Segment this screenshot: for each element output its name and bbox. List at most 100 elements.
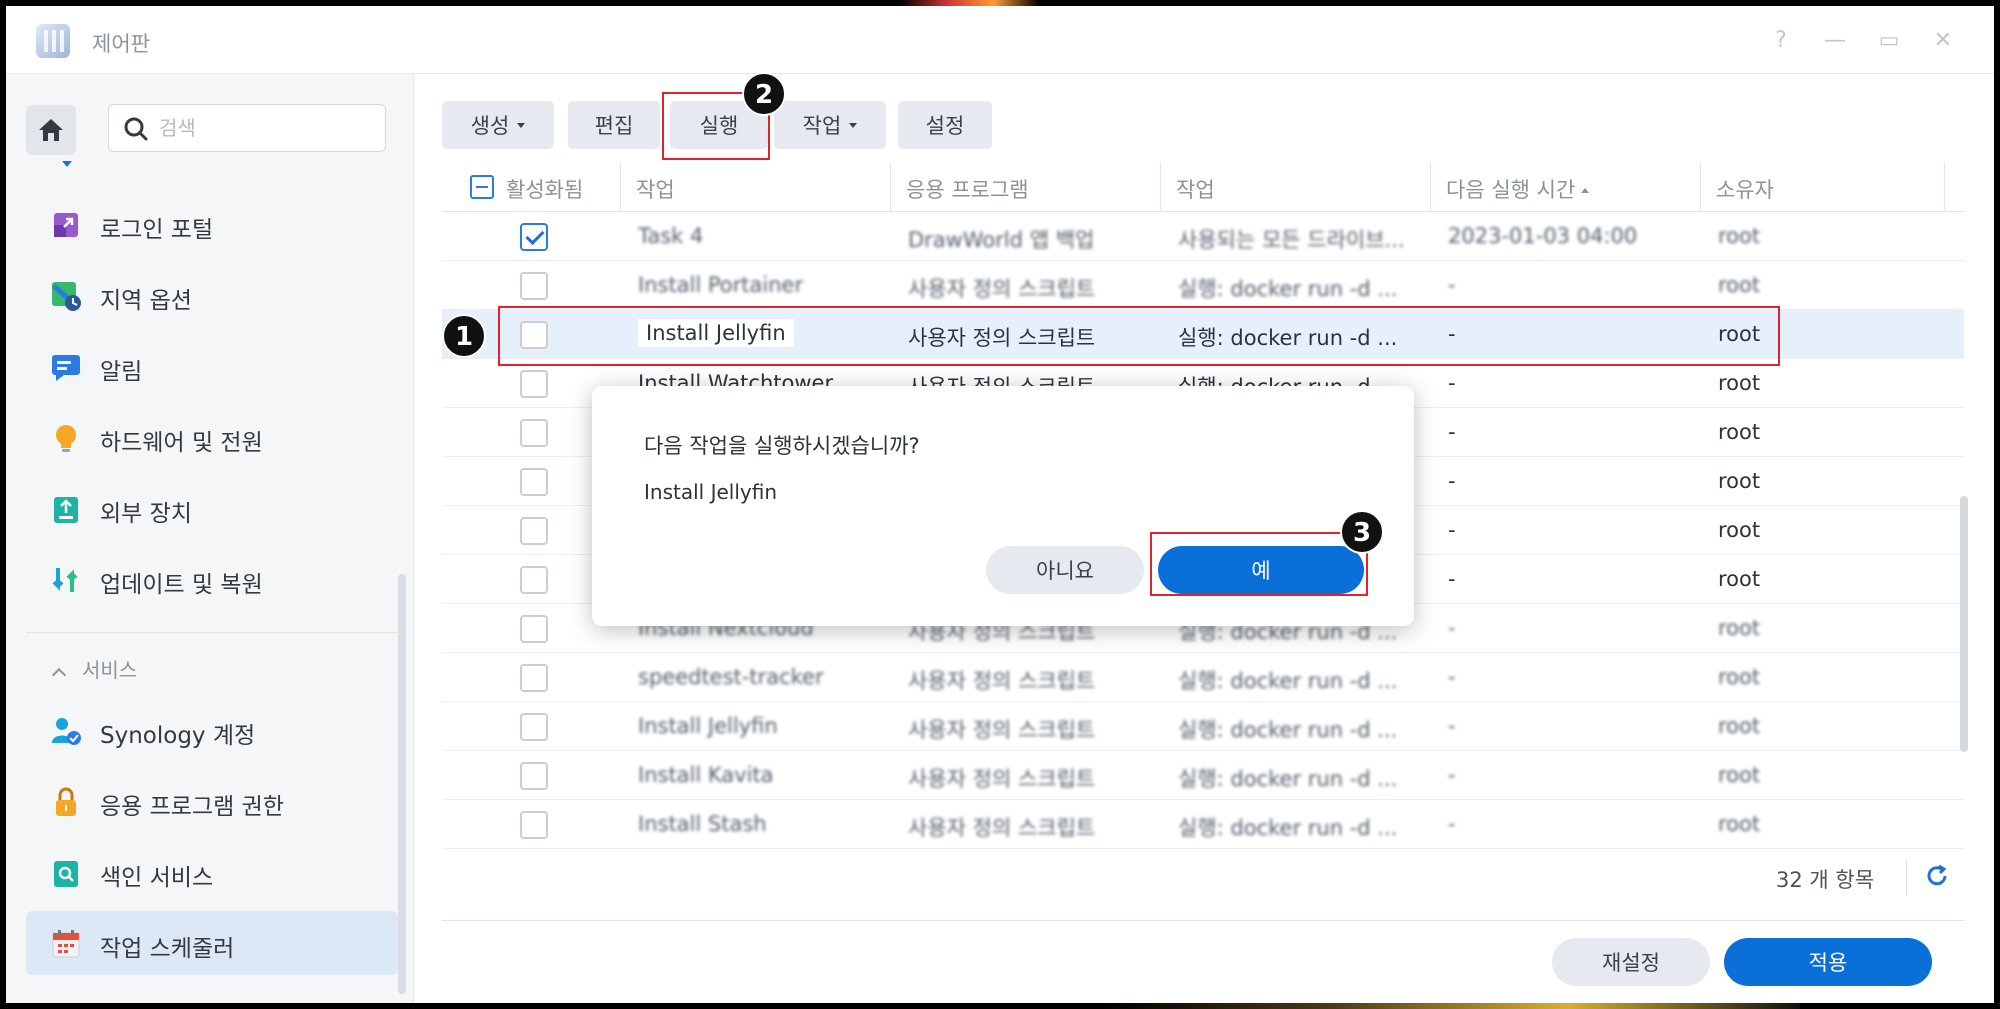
header-owner[interactable]: 소유자 bbox=[1716, 174, 1774, 204]
table-row[interactable]: Install Portainer 사용자 정의 스크립트 실행: docker r… bbox=[442, 261, 1964, 310]
sidebar-item-task-scheduler[interactable]: 작업 스케줄러 bbox=[26, 911, 398, 975]
settings-label: 설정 bbox=[925, 114, 965, 138]
next-run-time-cell: - bbox=[1448, 714, 1456, 738]
header-enabled[interactable]: 활성화됨 bbox=[506, 174, 583, 204]
enabled-checkbox[interactable] bbox=[520, 713, 548, 741]
sidebar-item-notification[interactable]: 알림 bbox=[26, 334, 398, 398]
help-icon[interactable]: ? bbox=[1768, 28, 1794, 54]
enabled-checkbox[interactable] bbox=[520, 566, 548, 594]
table-row[interactable]: Install Jellyfin 사용자 정의 스크립트 실행: docker ru… bbox=[442, 702, 1964, 751]
header-next-run-time[interactable]: 다음 실행 시간 bbox=[1446, 174, 1590, 204]
owner-cell: root bbox=[1718, 714, 1761, 738]
column-divider bbox=[1430, 162, 1431, 212]
reset-button[interactable]: 재설정 bbox=[1552, 938, 1710, 986]
sidebar-item-regional-options[interactable]: 지역 옵션 bbox=[26, 263, 398, 327]
column-divider bbox=[620, 162, 621, 212]
search-input[interactable] bbox=[159, 113, 369, 143]
calendar-icon bbox=[52, 930, 80, 958]
regional-options-icon bbox=[52, 282, 81, 311]
sidebar-item-external-devices[interactable]: 외부 장치 bbox=[26, 476, 398, 540]
table-row[interactable]: Install Stash 사용자 정의 스크립트 실행: docker run -… bbox=[442, 800, 1964, 849]
table-row[interactable]: speedtest-tracker 사용자 정의 스크립트 실행: docker r… bbox=[442, 653, 1964, 702]
search-icon bbox=[124, 117, 148, 141]
column-divider bbox=[890, 162, 891, 212]
enabled-checkbox[interactable] bbox=[520, 664, 548, 692]
owner-cell: root bbox=[1718, 567, 1761, 591]
step-badge-2: 2 bbox=[742, 72, 786, 116]
section-header-services[interactable]: 서비스 bbox=[51, 654, 138, 683]
owner-cell: root bbox=[1718, 616, 1761, 640]
owner-cell: root bbox=[1718, 273, 1761, 297]
enabled-checkbox[interactable] bbox=[520, 419, 548, 447]
table-scrollbar[interactable] bbox=[1960, 496, 1968, 752]
table-row[interactable]: Task 4 DrawWorld 앱 백업 사용되는 모든 드라이브... 2023-… bbox=[442, 212, 1964, 261]
application-cell: 사용자 정의 스크립트 bbox=[908, 277, 1096, 301]
enabled-checkbox[interactable] bbox=[520, 223, 548, 251]
dialog-task-name: Install Jellyfin bbox=[644, 480, 777, 504]
item-count: 32 개 항목 bbox=[1776, 868, 1875, 892]
edit-button[interactable]: 편집 bbox=[568, 101, 660, 149]
section-label: 서비스 bbox=[82, 658, 138, 682]
action-button[interactable]: 작업 bbox=[774, 101, 886, 149]
apply-button[interactable]: 적용 bbox=[1724, 938, 1932, 986]
owner-cell: root bbox=[1718, 224, 1761, 248]
owner-cell: root bbox=[1718, 812, 1761, 836]
enabled-checkbox[interactable] bbox=[520, 811, 548, 839]
refresh-icon[interactable] bbox=[1924, 863, 1950, 889]
update-restore-icon bbox=[52, 568, 78, 592]
table-row[interactable]: Install Kavita 사용자 정의 스크립트 실행: docker run … bbox=[442, 751, 1964, 800]
next-run-time-cell: - bbox=[1448, 273, 1456, 297]
edit-label: 편집 bbox=[594, 114, 634, 138]
minimize-icon[interactable]: — bbox=[1822, 28, 1848, 54]
create-button[interactable]: 생성 bbox=[442, 101, 554, 149]
sidebar-item-label: 작업 스케줄러 bbox=[100, 936, 235, 962]
scroll-up-caret-icon[interactable] bbox=[62, 161, 72, 167]
sidebar-item-login-portal[interactable]: 로그인 포털 bbox=[26, 192, 398, 256]
enabled-checkbox[interactable] bbox=[520, 468, 548, 496]
search-field[interactable] bbox=[108, 104, 386, 152]
header-action[interactable]: 작업 bbox=[1176, 174, 1215, 204]
action-cell: 실행: docker run -d ... bbox=[1178, 718, 1398, 742]
enabled-checkbox[interactable] bbox=[520, 615, 548, 643]
maximize-icon[interactable]: ▭ bbox=[1876, 28, 1902, 54]
sidebar-item-app-privileges[interactable]: 응용 프로그램 권한 bbox=[26, 769, 398, 833]
application-cell: 사용자 정의 스크립트 bbox=[908, 816, 1096, 840]
sidebar-item-indexing-service[interactable]: 색인 서비스 bbox=[26, 840, 398, 904]
close-icon[interactable]: ✕ bbox=[1930, 28, 1956, 54]
control-panel-window: 제어판 ? — ▭ ✕ 로그인 포털 지역 옵션 알림 하드웨어 및 전원 bbox=[6, 6, 1994, 1003]
next-run-time-cell: - bbox=[1448, 371, 1456, 395]
chevron-down-icon bbox=[517, 122, 526, 128]
sidebar-item-synology-account[interactable]: Synology 계정 bbox=[26, 698, 398, 762]
home-icon bbox=[39, 119, 63, 141]
application-cell: 사용자 정의 스크립트 bbox=[908, 669, 1096, 693]
action-cell: 실행: docker run -d ... bbox=[1178, 816, 1398, 840]
sidebar-item-update-restore[interactable]: 업데이트 및 복원 bbox=[26, 547, 398, 611]
action-label: 작업 bbox=[802, 114, 842, 138]
synology-account-icon bbox=[52, 718, 81, 745]
enabled-checkbox[interactable] bbox=[520, 762, 548, 790]
owner-cell: root bbox=[1718, 371, 1761, 395]
select-all-checkbox[interactable] bbox=[470, 175, 494, 199]
enabled-checkbox[interactable] bbox=[520, 272, 548, 300]
application-cell: 사용자 정의 스크립트 bbox=[908, 767, 1096, 791]
sidebar: 로그인 포털 지역 옵션 알림 하드웨어 및 전원 외부 장치 업데이트 및 복… bbox=[6, 74, 414, 1003]
sidebar-item-label: 업데이트 및 복원 bbox=[100, 572, 263, 598]
header-task[interactable]: 작업 bbox=[636, 174, 675, 204]
sidebar-item-label: Synology 계정 bbox=[100, 723, 256, 749]
chevron-up-icon bbox=[51, 667, 67, 683]
no-button[interactable]: 아니요 bbox=[986, 546, 1144, 594]
enabled-checkbox[interactable] bbox=[520, 517, 548, 545]
header-application[interactable]: 응용 프로그램 bbox=[906, 174, 1029, 204]
notification-icon bbox=[52, 355, 80, 381]
sidebar-scrollbar[interactable] bbox=[398, 574, 406, 994]
column-divider bbox=[1160, 162, 1161, 212]
next-run-time-cell: - bbox=[1448, 665, 1456, 689]
step-badge-3: 3 bbox=[1340, 510, 1384, 554]
enabled-checkbox[interactable] bbox=[520, 370, 548, 398]
header-next-run-label: 다음 실행 시간 bbox=[1446, 178, 1576, 202]
home-button[interactable] bbox=[26, 105, 76, 155]
next-run-time-cell: - bbox=[1448, 469, 1456, 493]
sidebar-item-label: 응용 프로그램 권한 bbox=[100, 794, 284, 820]
sidebar-item-hardware-power[interactable]: 하드웨어 및 전원 bbox=[26, 405, 398, 469]
settings-button[interactable]: 설정 bbox=[898, 101, 992, 149]
